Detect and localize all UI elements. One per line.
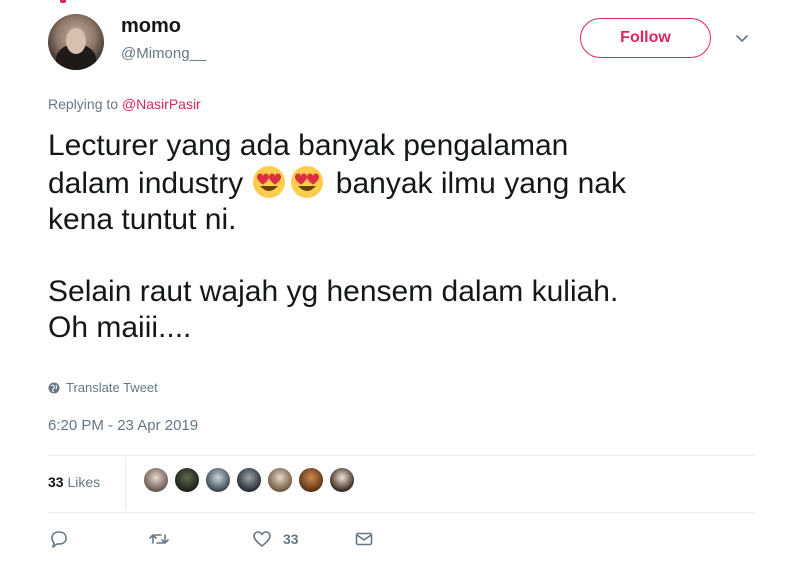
like-button[interactable]: 33 [251, 528, 299, 550]
direct-message-button[interactable] [353, 528, 375, 550]
liker-avatar[interactable] [297, 466, 325, 494]
top-accent [60, 0, 66, 3]
tweet-line-3: kena tuntut ni. [48, 203, 237, 236]
avatar-face [66, 28, 86, 54]
replying-prefix: Replying to [48, 96, 122, 112]
message-icon [355, 532, 373, 546]
follow-button[interactable]: Follow [580, 18, 711, 58]
avatar[interactable] [48, 14, 104, 70]
tweet-line-2a: dalam industry [48, 167, 244, 200]
liker-avatar[interactable] [173, 466, 201, 494]
replying-to: Replying to @NasirPasir [48, 96, 201, 112]
liker-avatar[interactable] [204, 466, 232, 494]
heart-icon [253, 531, 271, 547]
chevron-down-icon[interactable] [735, 31, 749, 45]
retweet-button[interactable] [148, 528, 170, 550]
tweet-text: Lecturer yang ada banyak pengalaman dala… [48, 128, 768, 346]
likes-count-link[interactable]: 33 Likes [48, 474, 100, 490]
tweet-line-2b: banyak ilmu yang nak [335, 167, 626, 200]
globe-icon [48, 382, 60, 393]
liker-avatar[interactable] [142, 466, 170, 494]
likes-label: Likes [67, 474, 101, 490]
reply-button[interactable] [48, 528, 70, 550]
user-display-name[interactable]: momo [121, 15, 181, 38]
reply-icon [51, 531, 67, 548]
translate-tweet-link[interactable]: Translate Tweet [48, 380, 158, 395]
likes-number: 33 [48, 474, 64, 490]
tweet-line-2: dalam industry banyak ilmu yang nak [48, 164, 768, 202]
tweet-line-5: Oh maiii.... [48, 311, 192, 344]
divider [48, 512, 755, 513]
user-handle[interactable]: @Mimong__ [121, 45, 206, 62]
likes-separator [125, 458, 126, 508]
liker-avatar[interactable] [235, 466, 263, 494]
heart-eyes-emoji-icon [253, 166, 286, 198]
liker-avatar[interactable] [328, 466, 356, 494]
liker-avatars [142, 466, 356, 494]
reply-mention-link[interactable]: @NasirPasir [122, 96, 201, 112]
translate-label: Translate Tweet [66, 380, 158, 395]
tweet-line-4: Selain raut wajah yg hensem dalam kuliah… [48, 275, 619, 308]
tweet-line-1: Lecturer yang ada banyak pengalaman [48, 129, 569, 162]
tweet-timestamp[interactable]: 6:20 PM - 23 Apr 2019 [48, 417, 198, 434]
like-count: 33 [283, 531, 299, 547]
heart-eyes-emoji-icon [291, 166, 324, 198]
divider [48, 455, 755, 456]
liker-avatar[interactable] [266, 466, 294, 494]
retweet-icon [149, 534, 169, 544]
